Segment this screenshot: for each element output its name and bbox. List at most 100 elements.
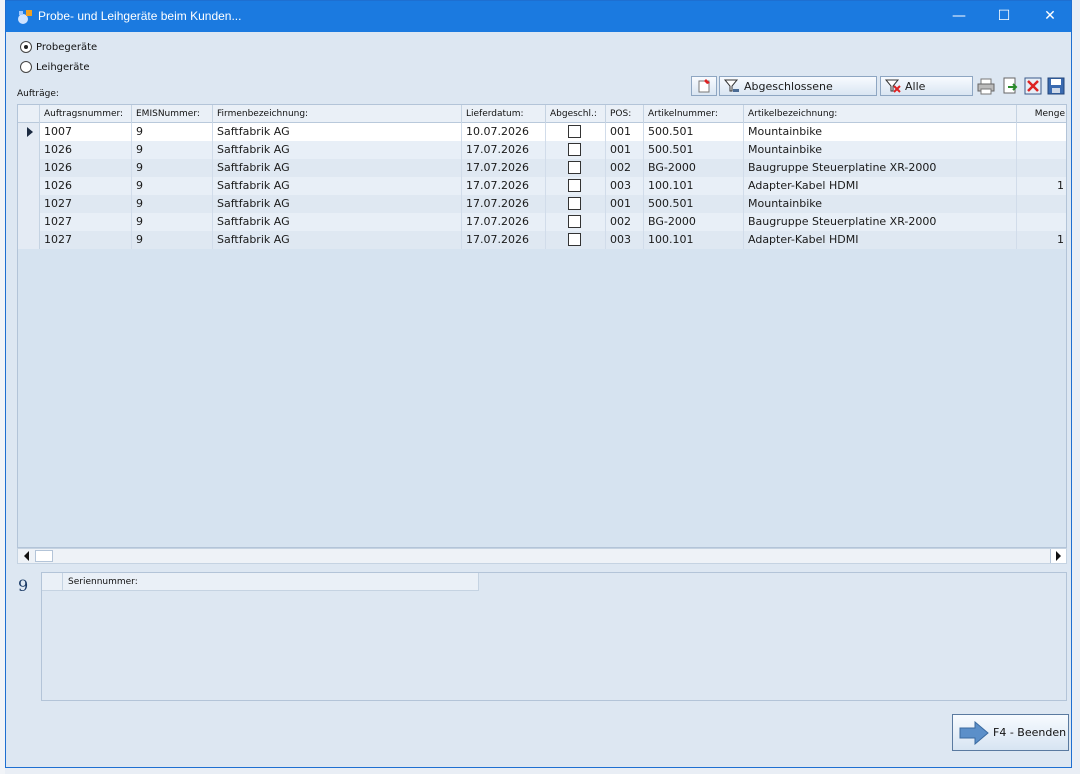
header-row-selector xyxy=(18,105,40,123)
cell-pos: 001 xyxy=(606,123,644,141)
maximize-button[interactable]: ☐ xyxy=(981,1,1027,32)
closed-checkbox[interactable] xyxy=(568,125,581,138)
orders-grid[interactable]: Auftragsnummer: EMISNummer: Firmenbezeic… xyxy=(17,104,1067,548)
close-button[interactable]: ✕ xyxy=(1027,1,1073,32)
cell-artikelbezeichnung: Mountainbike xyxy=(744,123,1017,141)
cell-artikelnummer: 500.501 xyxy=(644,195,744,213)
delete-icon xyxy=(1024,77,1042,95)
radio-probegeraete-circle[interactable] xyxy=(20,41,32,53)
cell-abgeschl[interactable] xyxy=(546,141,606,159)
cell-artikelnummer: 500.501 xyxy=(644,141,744,159)
row-selector[interactable] xyxy=(18,177,40,195)
cell-artikelnummer: BG-2000 xyxy=(644,213,744,231)
header-firmenbezeichnung[interactable]: Firmenbezeichnung: xyxy=(213,105,462,123)
radio-leihgeraete-label: Leihgeräte xyxy=(36,61,90,73)
row-selector[interactable] xyxy=(18,213,40,231)
cell-artikelbezeichnung: Mountainbike xyxy=(744,141,1017,159)
table-row[interactable]: 1007 9 Saftfabrik AG 10.07.2026 001 500.501 Mo… xyxy=(18,123,1066,141)
cell-abgeschl[interactable] xyxy=(546,123,606,141)
cell-artikelbezeichnung: Baugruppe Steuerplatine XR-2000 xyxy=(744,213,1017,231)
table-row[interactable]: 1026 9 Saftfabrik AG 17.07.2026 003 100.101 Ad… xyxy=(18,177,1066,195)
header-seriennummer[interactable]: Seriennummer: xyxy=(68,573,138,591)
header-pos[interactable]: POS: xyxy=(606,105,644,123)
closed-checkbox[interactable] xyxy=(568,179,581,192)
table-row[interactable]: 1026 9 Saftfabrik AG 17.07.2026 001 500.501 Mo… xyxy=(18,141,1066,159)
table-row[interactable]: 1027 9 Saftfabrik AG 17.07.2026 001 500.501 Mo… xyxy=(18,195,1066,213)
header-artikelbezeichnung[interactable]: Artikelbezeichnung: xyxy=(744,105,1017,123)
minimize-button[interactable]: — xyxy=(936,1,982,32)
header-emisnummer[interactable]: EMISNummer: xyxy=(132,105,213,123)
table-row[interactable]: 1026 9 Saftfabrik AG 17.07.2026 002 BG-2000 Ba… xyxy=(18,159,1066,177)
header-lieferdatum[interactable]: Lieferdatum: xyxy=(462,105,546,123)
all-orders-label: Alle xyxy=(905,79,926,93)
closed-checkbox[interactable] xyxy=(568,143,581,156)
pin-icon xyxy=(698,79,710,93)
cell-firmenbezeichnung: Saftfabrik AG xyxy=(213,159,462,177)
save-icon xyxy=(1047,77,1065,95)
scroll-right-arrow[interactable] xyxy=(1050,549,1066,563)
arrow-left-icon xyxy=(23,551,29,561)
closed-checkbox[interactable] xyxy=(568,161,581,174)
app-icon xyxy=(18,10,32,24)
cell-menge: 1 xyxy=(1017,231,1066,249)
document-export-icon xyxy=(1003,77,1018,94)
radio-leihgeraete-circle[interactable] xyxy=(20,61,32,73)
arrow-right-icon xyxy=(1056,551,1061,561)
grid-header: Auftragsnummer: EMISNummer: Firmenbezeic… xyxy=(18,105,1066,123)
scroll-left-arrow[interactable] xyxy=(18,549,34,563)
row-selector[interactable] xyxy=(18,231,40,249)
row-selector[interactable] xyxy=(18,141,40,159)
cell-emisnummer: 9 xyxy=(132,231,213,249)
cell-menge xyxy=(1017,195,1066,213)
all-orders-button[interactable]: Alle xyxy=(880,76,973,96)
printer-icon xyxy=(977,78,995,95)
save-button[interactable] xyxy=(1045,76,1067,96)
cell-abgeschl[interactable] xyxy=(546,177,606,195)
row-selector[interactable] xyxy=(18,195,40,213)
cell-firmenbezeichnung: Saftfabrik AG xyxy=(213,123,462,141)
pin-button[interactable] xyxy=(691,76,717,96)
cell-abgeschl[interactable] xyxy=(546,213,606,231)
closed-checkbox[interactable] xyxy=(568,233,581,246)
closed-orders-button[interactable]: Abgeschlossene xyxy=(719,76,877,96)
header-abgeschl[interactable]: Abgeschl.: xyxy=(546,105,606,123)
cell-emisnummer: 9 xyxy=(132,177,213,195)
cell-abgeschl[interactable] xyxy=(546,231,606,249)
cell-auftragsnummer: 1027 xyxy=(40,213,132,231)
scroll-thumb[interactable] xyxy=(35,550,53,562)
serial-grid-header: Seriennummer: xyxy=(42,573,479,591)
cell-lieferdatum: 17.07.2026 xyxy=(462,159,546,177)
radio-probegeraete[interactable]: Probegeräte xyxy=(20,39,97,55)
cell-artikelbezeichnung: Adapter-Kabel HDMI xyxy=(744,177,1017,195)
header-auftragsnummer[interactable]: Auftragsnummer: xyxy=(40,105,132,123)
horizontal-scrollbar[interactable] xyxy=(17,548,1067,564)
cell-pos: 002 xyxy=(606,213,644,231)
quit-button[interactable]: F4 - Beenden xyxy=(952,714,1069,751)
cell-firmenbezeichnung: Saftfabrik AG xyxy=(213,195,462,213)
header-artikelnummer[interactable]: Artikelnummer: xyxy=(644,105,744,123)
closed-orders-label: Abgeschlossene xyxy=(744,79,833,93)
radio-leihgeraete[interactable]: Leihgeräte xyxy=(20,59,89,75)
row-selector[interactable] xyxy=(18,123,40,141)
export-button[interactable] xyxy=(999,76,1021,96)
cell-lieferdatum: 10.07.2026 xyxy=(462,123,546,141)
cell-abgeschl[interactable] xyxy=(546,159,606,177)
cell-menge xyxy=(1017,141,1066,159)
title-bar[interactable]: Probe- und Leihgeräte beim Kunden... — ☐… xyxy=(6,1,1071,32)
row-selector[interactable] xyxy=(18,159,40,177)
delete-button[interactable] xyxy=(1022,76,1044,96)
print-button[interactable] xyxy=(975,76,997,96)
cell-auftragsnummer: 1026 xyxy=(40,141,132,159)
cell-abgeschl[interactable] xyxy=(546,195,606,213)
closed-checkbox[interactable] xyxy=(568,197,581,210)
closed-checkbox[interactable] xyxy=(568,215,581,228)
cell-artikelnummer: 100.101 xyxy=(644,231,744,249)
table-row[interactable]: 1027 9 Saftfabrik AG 17.07.2026 003 100.101 Ad… xyxy=(18,231,1066,249)
header-menge[interactable]: Menge xyxy=(1017,105,1066,123)
cell-lieferdatum: 17.07.2026 xyxy=(462,195,546,213)
table-row[interactable]: 1027 9 Saftfabrik AG 17.07.2026 002 BG-2000 Ba… xyxy=(18,213,1066,231)
detail-emis-number: 9 xyxy=(18,576,29,595)
serial-number-grid[interactable]: Seriennummer: xyxy=(41,572,1067,701)
cell-firmenbezeichnung: Saftfabrik AG xyxy=(213,141,462,159)
filter-icon xyxy=(720,77,744,95)
